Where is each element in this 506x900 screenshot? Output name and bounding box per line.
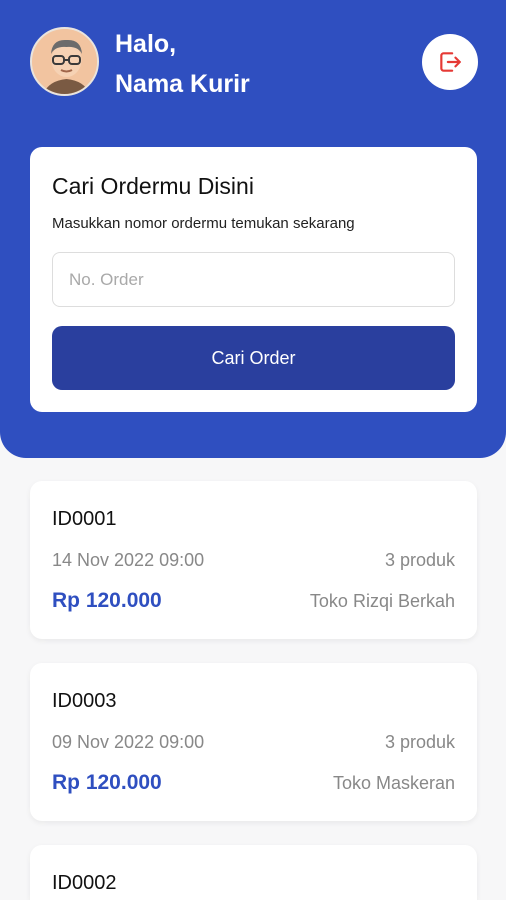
courier-avatar[interactable] (30, 27, 99, 96)
search-card: Cari Ordermu Disini Masukkan nomor order… (30, 147, 477, 412)
order-date: 14 Nov 2022 09:00 (52, 550, 205, 570)
order-date: 09 Nov 2022 09:00 (52, 732, 205, 752)
order-price: Rp 120.000 (52, 771, 162, 794)
order-card[interactable]: ID0003 09 Nov 2022 09:00 3 produk Rp 120… (30, 663, 477, 821)
avatar-illustration-icon (32, 29, 97, 94)
order-card[interactable]: ID0002 (30, 845, 477, 900)
order-quantity: 3 produk (384, 732, 455, 752)
greeting: Halo, Nama Kurir (115, 24, 250, 104)
order-number-input[interactable] (52, 252, 455, 307)
order-store: Toko Rizqi Berkah (309, 591, 455, 611)
order-quantity: 3 produk (384, 550, 455, 570)
order-price: Rp 120.000 (52, 589, 162, 612)
logout-icon (440, 52, 461, 72)
search-subtitle: Masukkan nomor ordermu temukan sekarang (52, 215, 355, 232)
header: Halo, Nama Kurir Cari Ordermu Disini Mas… (0, 0, 506, 458)
courier-name: Nama Kurir (115, 70, 250, 98)
search-order-button[interactable]: Cari Order (52, 326, 455, 390)
order-id: ID0001 (52, 508, 117, 530)
order-id: ID0002 (52, 872, 117, 894)
order-store: Toko Maskeran (332, 773, 455, 793)
logout-button[interactable] (422, 34, 478, 90)
order-id: ID0003 (52, 690, 117, 712)
order-card[interactable]: ID0001 14 Nov 2022 09:00 3 produk Rp 120… (30, 481, 477, 639)
greeting-line1: Halo, (115, 30, 177, 58)
search-title: Cari Ordermu Disini (52, 173, 254, 199)
